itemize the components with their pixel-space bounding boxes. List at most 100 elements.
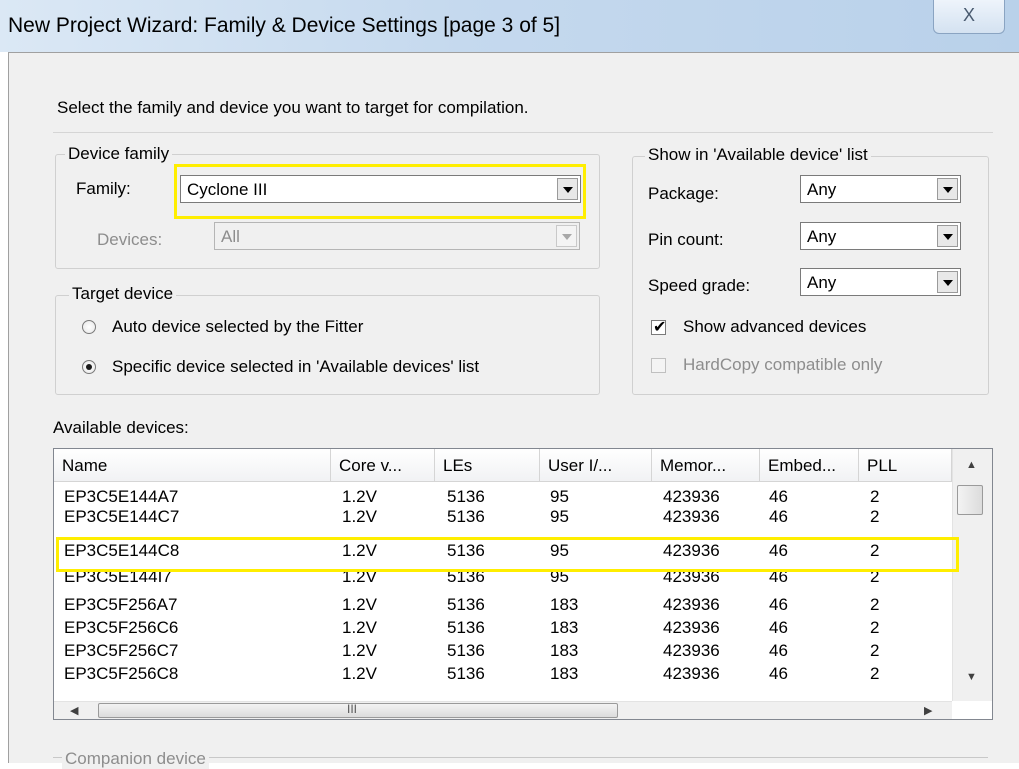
scroll-grip-icon: III [347,702,358,716]
show-advanced-label[interactable]: Show advanced devices [683,317,866,337]
table-cell: 423936 [663,541,720,560]
table-cell: 1.2V [342,541,377,560]
table-row[interactable]: EP3C5E144C8 1.2V 5136 95 423936 46 2 [54,541,952,560]
table-cell: 183 [550,618,579,637]
pin-count-dropdown-button[interactable] [937,225,958,247]
horizontal-scroll-thumb[interactable]: III [98,702,618,718]
pin-count-label: Pin count: [648,230,724,249]
table-cell: 2 [870,618,880,637]
available-devices-list[interactable]: Name Core v... LEs User I/... Memor... Embed.… [53,448,993,720]
table-cell: 2 [870,541,880,560]
family-select-value: Cyclone III [187,180,268,199]
table-cell: 5136 [447,507,485,526]
table-row[interactable]: EP3C5E144C7 1.2V 5136 95 423936 46 2 [54,507,952,526]
chevron-down-icon [943,187,953,193]
speed-grade-label: Speed grade: [648,276,751,295]
chevron-down-icon [563,187,573,193]
column-header[interactable]: Memor... [652,449,760,482]
table-cell: 183 [550,595,579,614]
table-cell: 46 [769,487,788,506]
table-cell: 95 [550,541,569,560]
family-select[interactable]: Cyclone III [180,175,581,203]
table-row[interactable]: EP3C5F256C6 1.2V 5136 183 423936 46 2 [54,618,952,637]
chevron-down-icon [943,234,953,240]
table-cell: 1.2V [342,641,377,660]
table-cell: 1.2V [342,595,377,614]
instruction-text: Select the family and device you want to… [57,98,529,117]
target-device-group [55,295,600,395]
checkmark-icon: ✔ [653,319,667,336]
column-header[interactable]: User I/... [540,449,652,482]
radio-auto-device[interactable] [82,320,96,334]
radio-specific-device-label[interactable]: Specific device selected in 'Available d… [112,357,479,377]
column-header[interactable]: LEs [435,449,540,482]
table-row[interactable]: EP3C5E144I7 1.2V 5136 95 423936 46 2 [54,567,952,586]
table-cell: 423936 [663,664,720,683]
show-filter-group-title: Show in 'Available device' list [645,145,871,165]
table-cell: 95 [550,567,569,586]
devices-dropdown-button[interactable] [556,225,577,247]
speed-grade-select-value: Any [807,273,837,292]
vertical-scrollbar[interactable]: ▲ ▼ [952,449,992,701]
table-cell: 46 [769,641,788,660]
table-cell: 2 [870,567,880,586]
table-cell: 95 [550,487,569,506]
column-header[interactable]: Name [54,449,331,482]
close-button[interactable]: X [933,0,1005,34]
pin-count-select[interactable]: Any [800,222,961,250]
horizontal-scrollbar[interactable]: ◀ III ▶ [54,701,952,719]
table-cell: 423936 [663,507,720,526]
available-devices-label: Available devices: [53,418,189,437]
show-advanced-checkbox[interactable]: ✔ [651,319,667,336]
table-cell: 183 [550,641,579,660]
radio-specific-device[interactable] [82,360,96,374]
scroll-left-icon[interactable]: ◀ [70,704,78,717]
table-cell: 2 [870,641,880,660]
table-cell: 5136 [447,541,485,560]
hardcopy-checkbox[interactable] [651,358,666,373]
devices-select-value: All [221,227,240,246]
table-cell: 46 [769,595,788,614]
column-header[interactable]: PLL [859,449,952,482]
table-cell: 46 [769,541,788,560]
vertical-scroll-thumb[interactable] [957,485,983,515]
scroll-down-icon[interactable]: ▼ [966,671,977,683]
package-select[interactable]: Any [800,175,961,203]
package-label: Package: [648,184,719,203]
table-cell: 1.2V [342,664,377,683]
table-cell: EP3C5F256C8 [64,664,179,683]
scroll-right-icon[interactable]: ▶ [924,704,932,717]
column-header[interactable]: Core v... [331,449,435,482]
table-cell: 46 [769,507,788,526]
table-cell: 5136 [447,487,485,506]
scroll-up-icon[interactable]: ▲ [966,459,977,471]
table-cell: 183 [550,664,579,683]
table-cell: 423936 [663,487,720,506]
hardcopy-label[interactable]: HardCopy compatible only [683,355,882,375]
table-cell: 1.2V [342,507,377,526]
table-row[interactable]: EP3C5F256A7 1.2V 5136 183 423936 46 2 [54,595,952,614]
title-bar: New Project Wizard: Family & Device Sett… [0,0,1019,52]
companion-device-group-title: Companion device [62,749,209,769]
radio-auto-device-label[interactable]: Auto device selected by the Fitter [112,317,363,337]
table-cell: 423936 [663,567,720,586]
table-row[interactable]: EP3C5F256C8 1.2V 5136 183 423936 46 2 [54,664,952,683]
table-cell: 1.2V [342,567,377,586]
devices-select[interactable]: All [214,222,580,250]
speed-grade-dropdown-button[interactable] [937,271,958,293]
table-cell: 46 [769,664,788,683]
table-row[interactable]: EP3C5E144A7 1.2V 5136 95 423936 46 2 [54,487,952,506]
chevron-down-icon [943,280,953,286]
package-dropdown-button[interactable] [937,178,958,200]
speed-grade-select[interactable]: Any [800,268,961,296]
table-row[interactable]: EP3C5F256C7 1.2V 5136 183 423936 46 2 [54,641,952,660]
table-cell: 95 [550,507,569,526]
table-cell: 2 [870,664,880,683]
device-family-group [55,154,600,269]
table-cell: 423936 [663,618,720,637]
family-dropdown-button[interactable] [557,178,578,200]
column-header[interactable]: Embed... [760,449,859,482]
separator [53,132,993,133]
table-cell: EP3C5E144C7 [64,507,180,526]
table-cell: EP3C5E144C8 [64,541,180,560]
